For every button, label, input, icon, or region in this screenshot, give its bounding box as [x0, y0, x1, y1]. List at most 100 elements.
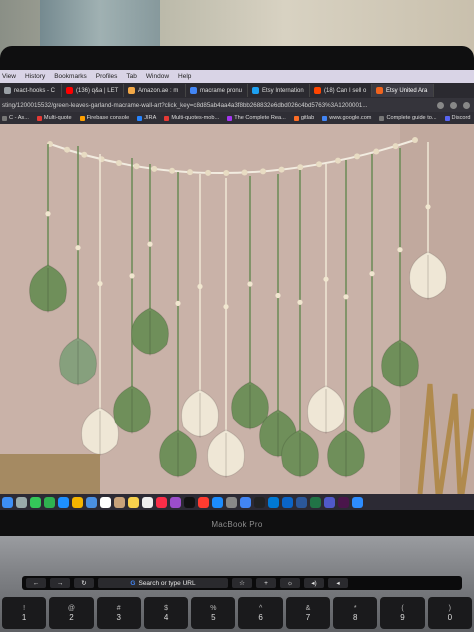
wooden-bead [147, 241, 153, 247]
menu-item-bookmarks[interactable]: Bookmarks [54, 73, 87, 80]
touchbar-mute-icon[interactable]: ◂ [328, 578, 348, 588]
bookmark-favicon-icon [227, 115, 233, 121]
key-digit: 6 [258, 612, 263, 622]
touchbar-volume-icon[interactable]: ◂) [304, 578, 324, 588]
wooden-bead [223, 170, 230, 176]
wooden-bead [64, 146, 71, 153]
browser-tab[interactable]: Etsy United Ara [372, 84, 434, 97]
wooden-bead [316, 161, 323, 168]
bookmark-item[interactable]: Multi-quote [36, 115, 72, 121]
profile-icon[interactable] [463, 101, 470, 109]
wall-shadow [400, 124, 474, 494]
bookmark-item[interactable]: Discord [444, 115, 471, 121]
tab-favicon-icon [252, 87, 259, 94]
wooden-bead [354, 153, 361, 160]
contacts-icon[interactable] [114, 496, 125, 508]
touchbar-back-icon[interactable]: ← [26, 578, 46, 588]
bookmark-favicon-icon [444, 115, 450, 121]
bookmark-favicon-icon [137, 115, 143, 121]
touchbar-brightness-icon[interactable]: ☼ [280, 578, 300, 588]
browser-tab[interactable]: macrame pronu [186, 84, 248, 97]
slack-icon[interactable] [338, 496, 349, 508]
word-icon[interactable] [296, 496, 307, 508]
touchbar-bookmark-icon[interactable]: ☆ [232, 578, 252, 588]
finder-icon[interactable] [2, 496, 13, 508]
key-6[interactable]: ^ 6 [238, 597, 283, 629]
news-icon[interactable] [198, 496, 209, 508]
browser-tab[interactable]: Etsy Internation [248, 84, 310, 97]
menu-item-view[interactable]: View [2, 73, 16, 80]
notes-icon[interactable] [128, 496, 139, 508]
calendar-icon[interactable] [100, 496, 111, 508]
touchbar-newtab-icon[interactable]: + [256, 578, 276, 588]
preferences-icon[interactable] [226, 496, 237, 508]
key-7[interactable]: & 7 [285, 597, 331, 629]
launchpad-icon[interactable] [16, 496, 27, 508]
touchbar-forward-icon[interactable]: → [50, 578, 70, 588]
menu-item-profiles[interactable]: Profiles [96, 73, 118, 80]
bookmark-item[interactable]: Multi-quotes-mob... [164, 115, 219, 121]
touchbar-reload-icon[interactable]: ↻ [74, 578, 94, 588]
messages-icon[interactable] [30, 496, 41, 508]
wooden-bead [297, 299, 303, 305]
bookmark-item[interactable]: C - As... [2, 115, 29, 121]
browser-tab[interactable]: react-hooks - C [0, 84, 62, 97]
touchbar-search-button[interactable]: G Search or type URL [98, 578, 228, 588]
browser-tab[interactable]: Amazon.ae : m [124, 84, 186, 97]
url-field[interactable]: sting/1200015532/green-leaves-garland-ma… [0, 102, 437, 109]
photos-icon[interactable] [72, 496, 83, 508]
key-0[interactable]: ) 0 [427, 597, 472, 629]
menu-item-tab[interactable]: Tab [126, 73, 136, 80]
vscode-icon[interactable] [268, 496, 279, 508]
teams-icon[interactable] [324, 496, 335, 508]
tab-favicon-icon [4, 87, 11, 94]
bookmark-item[interactable]: Firebase console [79, 115, 129, 121]
bookmark-item[interactable]: JIRA [137, 115, 156, 121]
chrome-icon[interactable] [240, 496, 251, 508]
browser-tab[interactable]: (136) q&a | LET [62, 84, 124, 97]
key-4[interactable]: $4 [143, 597, 189, 629]
zoom-icon[interactable] [352, 496, 363, 508]
facetime-icon[interactable] [44, 496, 55, 508]
browser-tab[interactable]: (18) Can I sell o [310, 84, 372, 97]
tv-icon[interactable] [184, 496, 195, 508]
wooden-bead [116, 160, 122, 167]
tab-label: Etsy United Ara [386, 87, 428, 94]
music-icon[interactable] [156, 496, 167, 508]
key-8[interactable]: * 8 [333, 597, 378, 629]
key-5[interactable]: % 5 [191, 597, 236, 629]
bookmark-item[interactable]: www.google.com [322, 115, 371, 121]
key-2[interactable]: @2 [49, 597, 94, 629]
number-key-row: ! 1 @2 #3 $4% 5 ^ 6 & 7 * 8(9) 0 [0, 594, 474, 632]
touchbar-search-label: Search or type URL [138, 579, 196, 587]
extensions-icon[interactable] [450, 101, 457, 109]
bookmark-item[interactable]: The Complete Rea... [227, 115, 286, 121]
menu-item-history[interactable]: History [25, 73, 45, 80]
tab-favicon-icon [190, 87, 197, 94]
wooden-bead [275, 292, 281, 299]
reminders-icon[interactable] [142, 496, 153, 508]
key-1[interactable]: ! 1 [2, 597, 47, 629]
tab-favicon-icon [376, 87, 383, 94]
key-digit: 9 [400, 612, 405, 622]
bookmarks-bar: C - As... Multi-quote Firebase console JIRA… [0, 112, 474, 124]
terminal-icon[interactable] [254, 496, 265, 508]
safari-icon[interactable] [58, 496, 69, 508]
appstore-icon[interactable] [212, 496, 223, 508]
bookmark-item[interactable]: gitlab [293, 115, 314, 121]
key-9[interactable]: (9 [380, 597, 425, 629]
key-shift-symbol: ) [448, 604, 451, 612]
key-3[interactable]: #3 [96, 597, 141, 629]
menu-item-window[interactable]: Window [146, 73, 169, 80]
key-digit: 7 [305, 612, 311, 622]
menu-item-help[interactable]: Help [178, 73, 191, 80]
podcasts-icon[interactable] [170, 496, 181, 508]
outlook-icon[interactable] [282, 496, 293, 508]
bookmark-star-icon[interactable] [437, 101, 444, 109]
excel-icon[interactable] [310, 496, 321, 508]
key-shift-symbol: ( [401, 604, 404, 612]
bookmark-item[interactable]: Complete guide to... [379, 115, 437, 121]
key-digit: 3 [116, 612, 121, 622]
macrame-leaf-garland-illustration [0, 124, 474, 494]
mail-icon[interactable] [86, 496, 97, 508]
